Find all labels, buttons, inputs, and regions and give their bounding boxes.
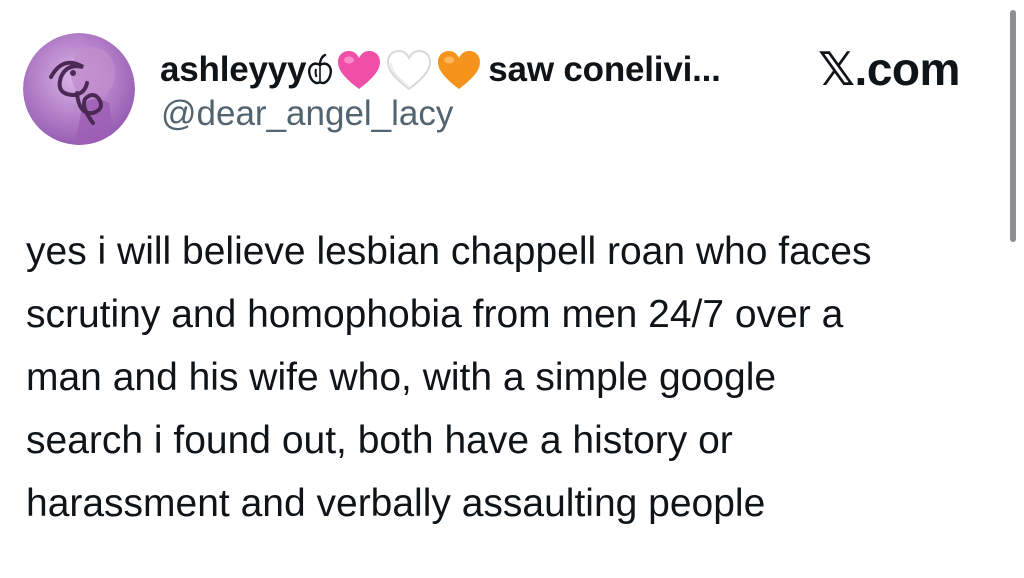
orange-heart-icon (436, 49, 482, 91)
avatar-image (23, 33, 135, 145)
tweet-line: search i found out, both have a history … (26, 419, 733, 462)
apple-icon (308, 53, 333, 87)
x-brand-logo: 𝕏.com (818, 43, 960, 95)
tweet-line: man and his wife who, with a simple goog… (26, 356, 777, 399)
tweet-line: yes i will believe lesbian chappell roan… (26, 230, 872, 273)
white-heart-icon (386, 49, 432, 91)
tweet-line: scrutiny and homophobia from men 24/7 ov… (26, 293, 844, 336)
display-name[interactable]: ashleyyy (160, 50, 306, 90)
pink-heart-icon (336, 49, 382, 91)
author-handle[interactable]: @dear_angel_lacy (161, 94, 453, 134)
author-avatar[interactable] (23, 33, 135, 145)
tweet-text: yes i will believe lesbian chappell roan… (26, 220, 1001, 535)
tweet-card: ashleyyy saw conelivi... @dear_angel_lac… (0, 0, 1024, 578)
display-name-row[interactable]: ashleyyy saw conelivi... (160, 44, 721, 96)
scrollbar-thumb[interactable] (1010, 10, 1016, 242)
display-name-suffix[interactable]: saw conelivi... (488, 50, 721, 90)
tweet-line: harassment and verbally assaulting peopl… (26, 482, 766, 525)
